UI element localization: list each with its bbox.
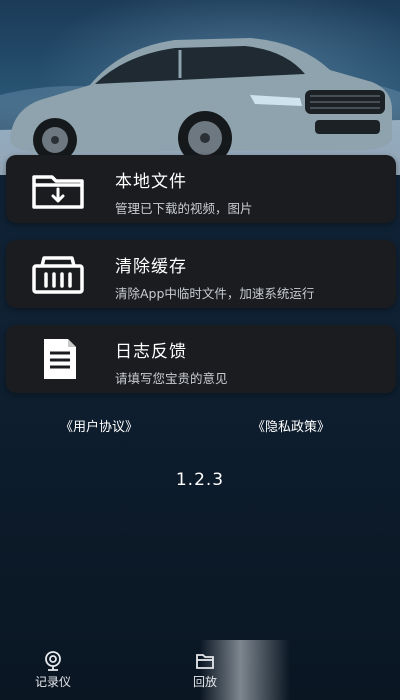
menu-item-subtitle: 请填写您宝贵的意见 bbox=[115, 371, 228, 386]
menu-item-local-files[interactable]: 本地文件 管理已下载的视频，图片 bbox=[6, 155, 396, 223]
menu-item-clear-cache[interactable]: 清除缓存 清除App中临时文件，加速系统运行 bbox=[6, 240, 396, 308]
basket-icon bbox=[32, 256, 84, 294]
menu-item-log-feedback[interactable]: 日志反馈 请填写您宝贵的意见 bbox=[6, 325, 396, 393]
car-illustration bbox=[0, 38, 400, 175]
menu-item-subtitle: 管理已下载的视频，图片 bbox=[115, 201, 253, 216]
user-agreement-link[interactable]: 《用户协议》 bbox=[60, 416, 138, 435]
app-version: 1.2.3 bbox=[175, 470, 225, 490]
menu-item-title: 清除缓存 bbox=[115, 257, 187, 277]
folder-download-icon bbox=[32, 175, 84, 209]
menu-item-title: 日志反馈 bbox=[115, 342, 187, 362]
menu-item-subtitle: 清除App中临时文件，加速系统运行 bbox=[115, 286, 315, 301]
swipe-highlight bbox=[200, 640, 290, 700]
document-icon bbox=[44, 339, 76, 379]
hero-car-banner bbox=[0, 0, 400, 175]
menu-item-title: 本地文件 bbox=[115, 172, 187, 192]
agreement-links: 《用户协议》 《隐私政策》 bbox=[0, 416, 400, 436]
camera-icon bbox=[45, 651, 61, 671]
privacy-policy-link[interactable]: 《隐私政策》 bbox=[252, 416, 330, 435]
tab-recorder[interactable]: 记录仪 bbox=[18, 645, 88, 700]
tab-label: 记录仪 bbox=[34, 675, 71, 689]
